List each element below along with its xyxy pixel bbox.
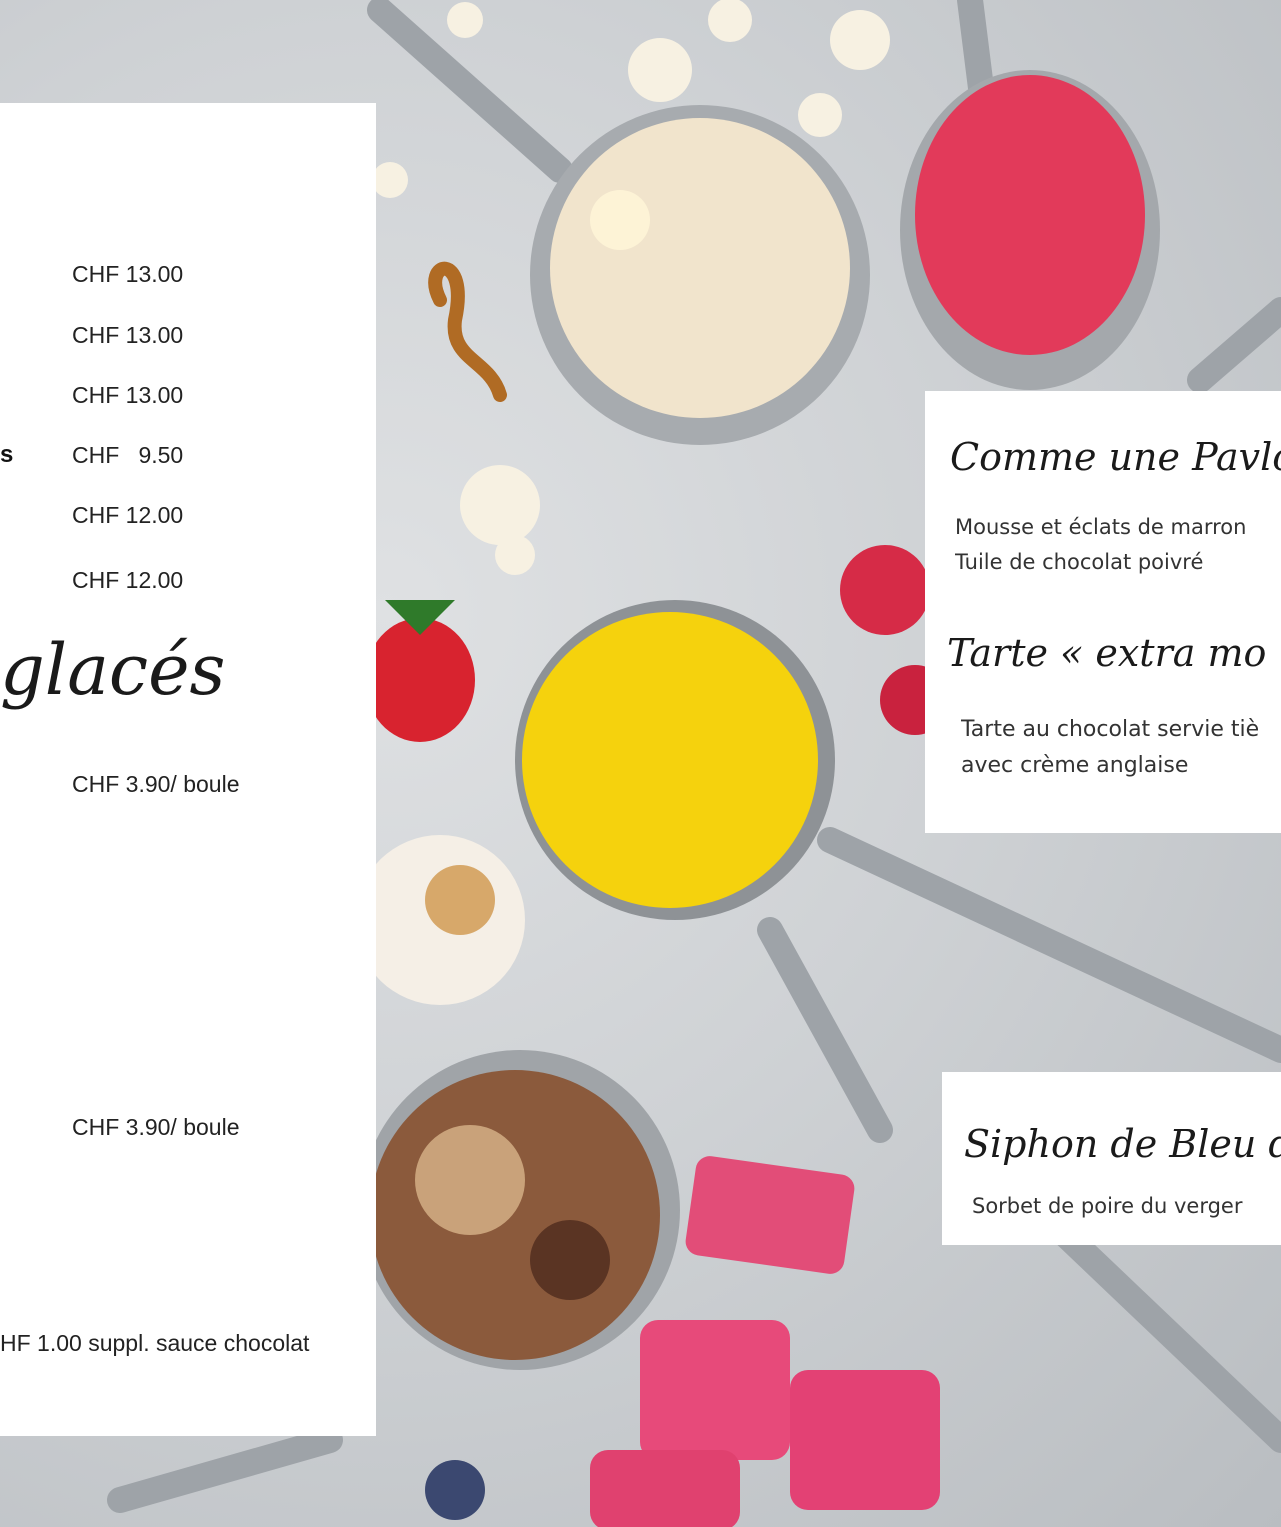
- section-title: glacés: [0, 629, 226, 711]
- menu-panel-left: CHF 13.00 CHF 13.00 CHF 13.00 s CHF 9.50…: [0, 103, 376, 1436]
- tarte-title: Tarte « extra mo: [947, 631, 1267, 675]
- cut-item-name: s: [0, 441, 14, 468]
- price-6: CHF 12.00: [72, 567, 184, 593]
- price-2: CHF 13.00: [72, 322, 184, 348]
- price-1: CHF 13.00: [72, 261, 184, 287]
- price-scoop-2: CHF 3.90/ boule: [72, 1114, 240, 1140]
- tarte-desc-line-1: Tarte au chocolat servie tiè: [961, 717, 1260, 742]
- pavlova-desc-line-2: Tuile de chocolat poivré: [955, 550, 1204, 574]
- pavlova-title: Comme une Pavlov: [950, 435, 1281, 479]
- pavlova-desc-line-1: Mousse et éclats de marron: [955, 515, 1247, 539]
- siphon-title: Siphon de Bleu d: [964, 1122, 1281, 1166]
- dessert-card-pavlova-tarte: Comme une Pavlov Mousse et éclats de mar…: [925, 391, 1281, 833]
- dessert-card-siphon: Siphon de Bleu d Sorbet de poire du verg…: [942, 1072, 1281, 1245]
- price-scoop-1: CHF 3.90/ boule: [72, 771, 240, 797]
- tarte-desc-line-2: avec crème anglaise: [961, 753, 1189, 778]
- price-3: CHF 13.00: [72, 382, 184, 408]
- supplement-note: HF 1.00 suppl. sauce chocolat: [0, 1330, 310, 1356]
- siphon-desc: Sorbet de poire du verger: [972, 1194, 1243, 1218]
- price-5: CHF 12.00: [72, 502, 184, 528]
- price-4: CHF 9.50: [72, 442, 184, 468]
